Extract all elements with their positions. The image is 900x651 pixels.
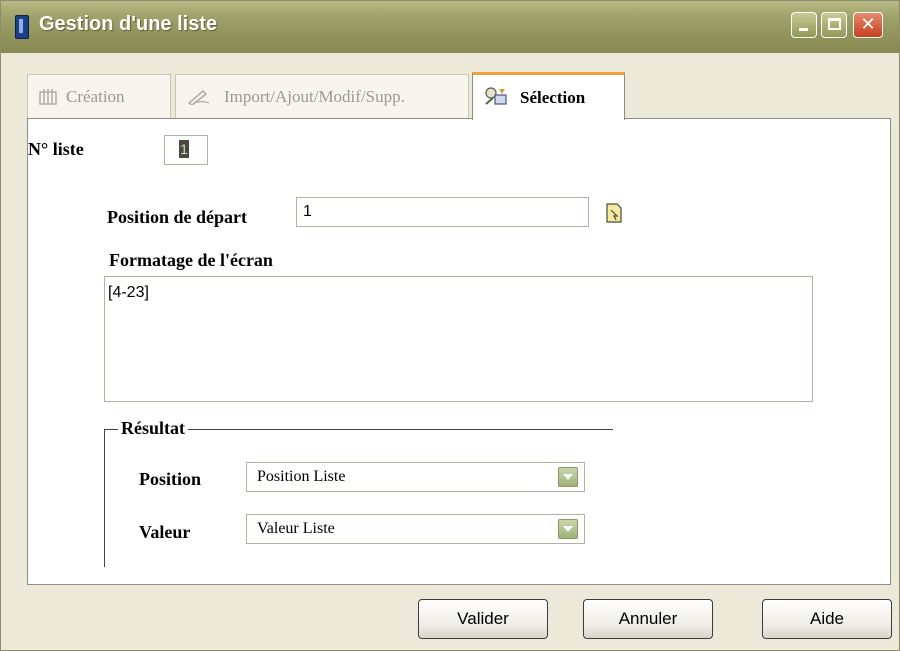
selection-icon bbox=[485, 87, 507, 105]
chevron-down-icon[interactable] bbox=[558, 467, 578, 487]
value-label: Valeur bbox=[139, 522, 191, 542]
maximize-button[interactable] bbox=[821, 12, 847, 38]
list-number-field[interactable]: 1 bbox=[164, 135, 208, 165]
start-position-label: Position de départ bbox=[107, 207, 248, 227]
minimize-button[interactable] bbox=[791, 12, 817, 38]
close-icon: ✕ bbox=[860, 14, 876, 35]
tab-creation[interactable]: Création bbox=[27, 74, 171, 118]
tab-label: Sélection bbox=[520, 88, 586, 107]
position-label: Position bbox=[139, 469, 202, 489]
tab-import[interactable]: Import/Ajout/Modif/Supp. bbox=[175, 74, 469, 118]
tab-selection[interactable]: Sélection bbox=[472, 72, 625, 120]
list-number-value: 1 bbox=[179, 140, 189, 158]
app-icon bbox=[15, 15, 29, 39]
help-button[interactable]: Aide bbox=[762, 599, 892, 639]
selection-panel: N° liste 1 Position de départ 1 Formatag… bbox=[27, 118, 891, 585]
screen-format-value: [4-23] bbox=[108, 284, 149, 301]
position-select-value: Position Liste bbox=[257, 468, 346, 485]
value-select-value: Valeur Liste bbox=[257, 520, 335, 537]
dialog-window: Gestion d'une liste ✕ Création Import/Aj… bbox=[0, 0, 900, 651]
chevron-down-icon[interactable] bbox=[558, 519, 578, 539]
title-bar[interactable]: Gestion d'une liste ✕ bbox=[1, 1, 899, 53]
maximize-icon bbox=[828, 18, 841, 30]
validate-button[interactable]: Valider bbox=[418, 599, 548, 639]
creation-icon bbox=[39, 89, 57, 105]
tab-label: Création bbox=[66, 87, 125, 106]
result-group-label: Résultat bbox=[118, 418, 188, 439]
start-position-input[interactable]: 1 bbox=[296, 197, 589, 227]
tab-label: Import/Ajout/Modif/Supp. bbox=[224, 87, 405, 106]
screen-format-textarea[interactable]: [4-23] bbox=[104, 276, 813, 402]
result-groupbox bbox=[104, 429, 613, 567]
cancel-button[interactable]: Annuler bbox=[583, 599, 713, 639]
position-select[interactable]: Position Liste bbox=[246, 462, 585, 492]
list-number-label: N° liste bbox=[28, 139, 84, 159]
minimize-icon bbox=[799, 28, 808, 31]
picker-icon[interactable] bbox=[605, 202, 623, 224]
screen-format-label: Formatage de l'écran bbox=[109, 250, 273, 270]
pen-icon bbox=[187, 89, 210, 105]
window-title: Gestion d'une liste bbox=[39, 13, 218, 35]
close-button[interactable]: ✕ bbox=[853, 12, 883, 38]
value-select[interactable]: Valeur Liste bbox=[246, 514, 585, 544]
start-position-value: 1 bbox=[303, 203, 312, 220]
